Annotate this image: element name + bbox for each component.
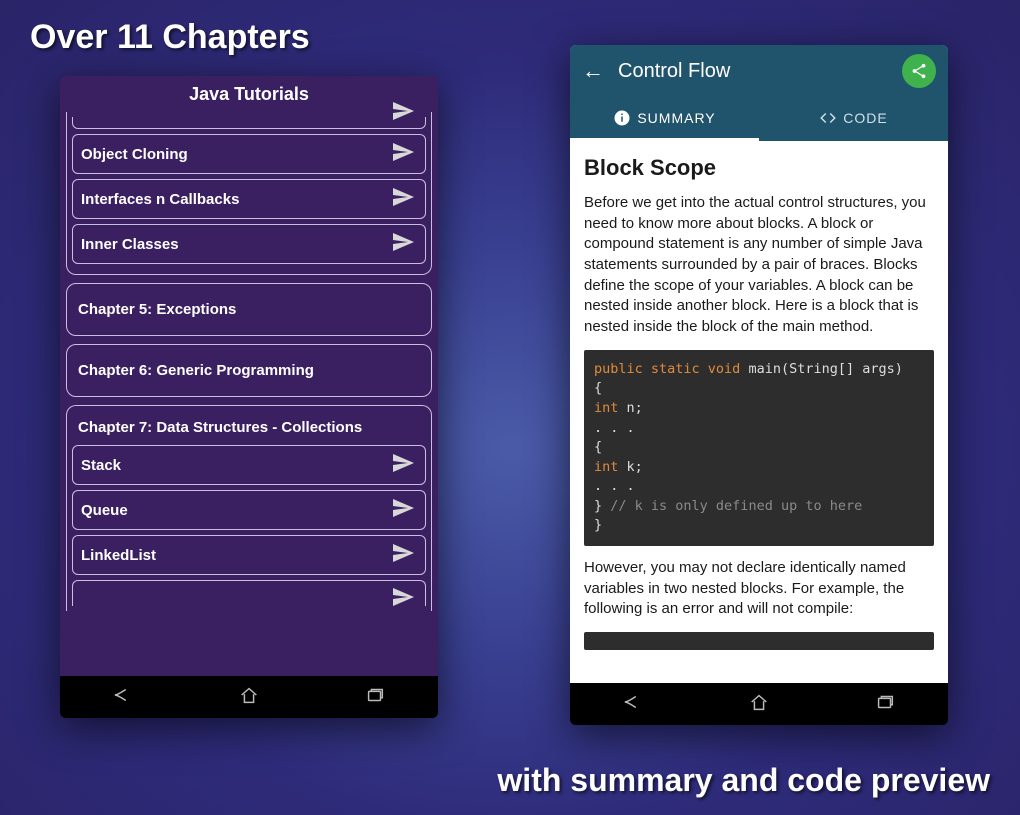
code-keyword: public static void (594, 361, 740, 377)
code-keyword: int (594, 459, 618, 475)
chapter-label: Chapter 6: Generic Programming (72, 350, 426, 391)
code-text: k; (618, 459, 642, 475)
app-title: Java Tutorials (189, 84, 309, 105)
chapter-5-group[interactable]: Chapter 5: Exceptions (66, 283, 432, 336)
code-text: main(String[] args) (740, 361, 903, 377)
send-icon (391, 451, 415, 479)
code-icon (819, 109, 837, 127)
nav-back-icon[interactable] (112, 684, 134, 711)
headline-bottom: with summary and code preview (497, 762, 990, 799)
chapter-6-group[interactable]: Chapter 6: Generic Programming (66, 344, 432, 397)
code-text: . . . (594, 420, 635, 436)
back-arrow-icon[interactable]: ← (582, 58, 604, 84)
code-text: . . . (594, 478, 635, 494)
send-icon (391, 541, 415, 569)
list-item[interactable]: Object Cloning (72, 134, 426, 174)
code-block-partial (584, 632, 934, 650)
phone-left: Java Tutorials Object Cloning Interfaces… (60, 76, 438, 718)
list-item[interactable]: Inner Classes (72, 224, 426, 264)
android-nav-bar (570, 683, 948, 725)
list-item-label: Object Cloning (81, 146, 188, 163)
code-text: n; (618, 400, 642, 416)
app-bar: ← Control Flow (570, 45, 948, 97)
article-content: Block Scope Before we get into the actua… (570, 141, 948, 683)
share-icon (910, 62, 928, 80)
headline-top: Over 11 Chapters (30, 18, 310, 57)
article-paragraph: However, you may not declare identically… (584, 558, 934, 620)
chapter-label: Chapter 7: Data Structures - Collections (72, 411, 426, 440)
list-item[interactable]: Interfaces n Callbacks (72, 179, 426, 219)
tab-label: CODE (843, 110, 887, 126)
list-item[interactable]: Stack (72, 445, 426, 485)
tab-summary[interactable]: SUMMARY (570, 97, 759, 141)
tab-bar: SUMMARY CODE (570, 97, 948, 141)
list-item-label: Stack (81, 457, 121, 474)
list-item[interactable]: LinkedList (72, 535, 426, 575)
list-item[interactable] (72, 117, 426, 129)
send-icon (391, 585, 415, 613)
list-item-label: LinkedList (81, 547, 156, 564)
article-heading: Block Scope (584, 155, 934, 181)
nav-recent-icon[interactable] (874, 691, 896, 718)
chapter-label: Chapter 5: Exceptions (72, 289, 426, 330)
share-button[interactable] (902, 54, 936, 88)
code-block: public static void main(String[] args) {… (584, 350, 934, 546)
page-title: Control Flow (618, 60, 888, 83)
code-text: { (594, 439, 602, 455)
send-icon (391, 496, 415, 524)
nav-home-icon[interactable] (748, 691, 770, 718)
list-item-label: Interfaces n Callbacks (81, 191, 239, 208)
send-icon (391, 230, 415, 258)
list-item-label: Queue (81, 502, 128, 519)
send-icon (391, 140, 415, 168)
code-text: } (594, 517, 602, 533)
info-icon (613, 109, 631, 127)
nav-recent-icon[interactable] (364, 684, 386, 711)
app-title-bar: Java Tutorials (60, 76, 438, 112)
list-item[interactable] (72, 580, 426, 606)
send-icon (391, 185, 415, 213)
chapter-group-partial: Object Cloning Interfaces n Callbacks In… (66, 112, 432, 275)
code-keyword: int (594, 400, 618, 416)
send-icon (391, 99, 415, 127)
tab-label: SUMMARY (637, 110, 715, 126)
screen-right: ← Control Flow SUMMARY CODE Block Scope … (570, 45, 948, 683)
nav-back-icon[interactable] (622, 691, 644, 718)
screen-left: Java Tutorials Object Cloning Interfaces… (60, 76, 438, 676)
list-item[interactable]: Queue (72, 490, 426, 530)
code-comment: // k is only defined up to here (602, 498, 862, 514)
tab-code[interactable]: CODE (759, 97, 948, 141)
list-item-label: Inner Classes (81, 236, 179, 253)
code-text: { (594, 380, 602, 396)
article-paragraph: Before we get into the actual control st… (584, 193, 934, 338)
nav-home-icon[interactable] (238, 684, 260, 711)
chapter-7-group: Chapter 7: Data Structures - Collections… (66, 405, 432, 611)
android-nav-bar (60, 676, 438, 718)
phone-right: ← Control Flow SUMMARY CODE Block Scope … (570, 45, 948, 725)
code-text: } (594, 498, 602, 514)
